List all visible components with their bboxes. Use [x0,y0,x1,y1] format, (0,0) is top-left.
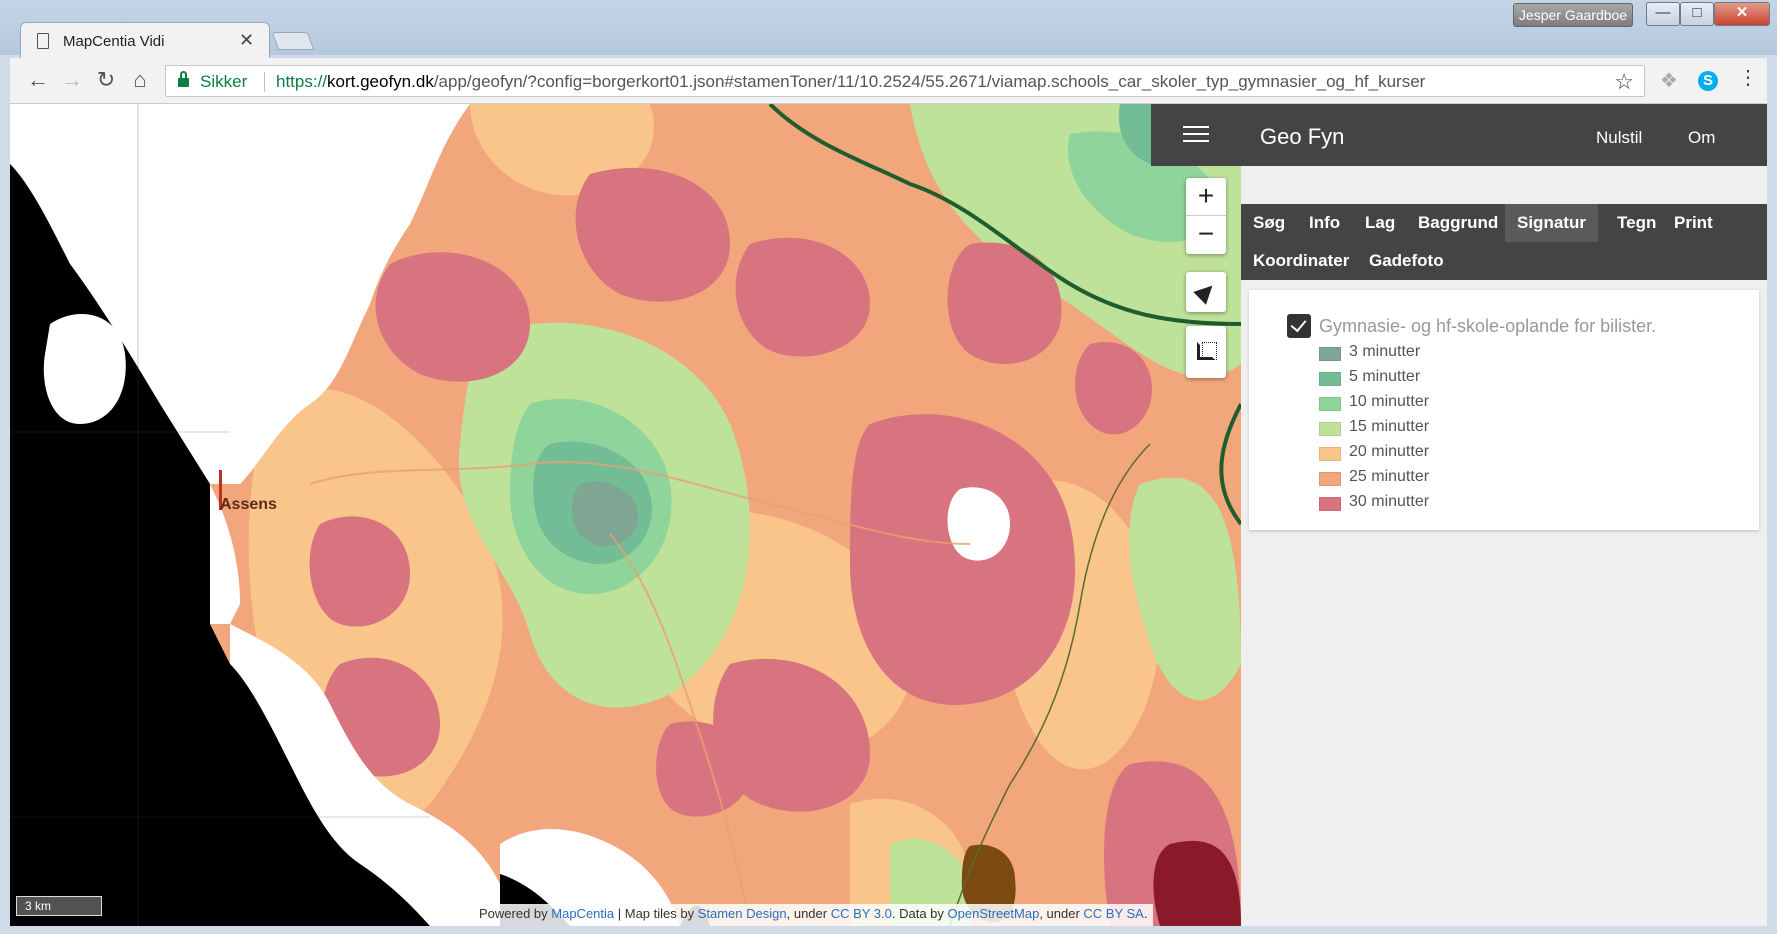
url-text[interactable]: https://kort.geofyn.dk/app/geofyn/?confi… [276,72,1425,92]
minimize-button[interactable]: — [1646,2,1680,26]
legend-swatch [1319,447,1341,461]
browser-menu-icon[interactable]: ⋮ [1738,68,1758,88]
tab-close-icon[interactable]: ✕ [239,30,254,51]
tab-info[interactable]: Info [1297,204,1352,242]
legend-label: 10 minutter [1349,393,1430,410]
zoom-in-button[interactable]: + [1186,178,1226,216]
map-tiles [10,104,1241,926]
attribution-text: , under [786,906,831,921]
tab-baggrund[interactable]: Baggrund [1406,204,1510,242]
town-label: Assens [220,496,277,513]
cc-by-sa-link[interactable]: CC BY SA [1083,906,1143,921]
cc-by-link[interactable]: CC BY 3.0 [831,906,892,921]
zoom-out-button[interactable]: − [1186,216,1226,254]
tab-signatur[interactable]: Signatur [1505,204,1598,242]
map-attribution: Powered by MapCentia | Map tiles by Stam… [473,904,1154,926]
tab-lag[interactable]: Lag [1353,204,1407,242]
tab-tegn[interactable]: Tegn [1605,204,1668,242]
legend-swatch [1319,397,1341,411]
attribution-text: | Map tiles by [614,906,698,921]
skype-extension-icon[interactable]: S [1698,71,1718,91]
attribution-text: , under [1039,906,1084,921]
tab-title: MapCentia Vidi [63,33,165,50]
zoom-control: + − [1186,178,1226,254]
bookmark-star-icon[interactable]: ☆ [1614,69,1634,95]
back-icon[interactable]: ← [24,66,52,94]
about-link[interactable]: Om [1688,128,1715,148]
page-icon [37,33,49,49]
sidebar: Geo Fyn Nulstil Om Søg Info Lag Baggrund… [1241,104,1767,926]
legend-swatch [1319,347,1341,361]
legend-swatch [1319,497,1341,511]
mapcentia-link[interactable]: MapCentia [551,906,614,921]
tab-sog[interactable]: Søg [1241,204,1297,242]
navigation-arrow-icon [1193,279,1219,305]
legend-panel: Gymnasie- og hf-skole-oplande for bilist… [1249,290,1759,530]
profile-button[interactable]: Jesper Gaardboe [1513,3,1633,27]
hamburger-icon [1183,126,1209,144]
new-tab-button[interactable] [271,32,315,50]
map-canvas[interactable]: Assens + − 3 km Powered by MapCentia | M… [10,104,1241,926]
tab-koordinater[interactable]: Koordinater [1241,242,1361,280]
attribution-text: . Data by [891,906,948,921]
stamen-link[interactable]: Stamen Design [698,906,787,921]
attribution-text: Powered by [479,906,552,921]
legend-label: 20 minutter [1349,443,1430,460]
window-titlebar: Jesper Gaardboe — □ ✕ MapCentia Vidi ✕ [0,0,1777,60]
address-bar[interactable]: Sikker https://kort.geofyn.dk/app/geofyn… [165,65,1645,97]
sidebar-tabs: Søg Info Lag Baggrund Signatur Tegn Prin… [1241,204,1767,280]
reload-icon[interactable]: ↻ [92,66,120,94]
dropbox-extension-icon[interactable]: ❖ [1660,68,1678,93]
legend-swatch [1319,422,1341,436]
browser-toolbar: ← → ↻ ⌂ Sikker https://kort.geofyn.dk/ap… [10,58,1767,104]
web-page: Assens + − 3 km Powered by MapCentia | M… [10,104,1767,926]
app-title: Geo Fyn [1260,124,1345,149]
layer-title: Gymnasie- og hf-skole-oplande for bilist… [1319,316,1657,336]
legend-label: 15 minutter [1349,418,1430,435]
measure-button[interactable] [1186,326,1226,378]
home-icon[interactable]: ⌂ [126,66,154,94]
lock-icon [178,71,189,88]
legend-label: 3 minutter [1349,343,1421,360]
osm-link[interactable]: OpenStreetMap [948,906,1040,921]
url-scheme: https:// [276,72,328,91]
layer-checkbox[interactable] [1287,314,1311,338]
maximize-button[interactable]: □ [1680,2,1714,26]
legend-label: 5 minutter [1349,368,1421,385]
legend-label: 30 minutter [1349,493,1430,510]
attribution-text: . [1143,906,1148,921]
forward-icon[interactable]: → [58,66,86,94]
secure-label: Sikker [200,72,248,91]
omnibox-divider [264,72,265,92]
sidebar-header: Geo Fyn Nulstil Om [1241,104,1767,166]
url-path: /app/geofyn/?config=borgerkort01.json#st… [433,72,1426,91]
url-host: kort.geofyn.dk [327,72,434,91]
scale-bar: 3 km [16,896,102,916]
menu-toggle-button[interactable] [1151,104,1241,166]
close-window-button[interactable]: ✕ [1714,2,1770,26]
legend-label: 25 minutter [1349,468,1430,485]
tab-gadefoto[interactable]: Gadefoto [1357,242,1456,280]
legend-swatch [1319,472,1341,486]
measure-icon [1197,342,1217,360]
legend-swatch [1319,372,1341,386]
browser-tab[interactable]: MapCentia Vidi ✕ [20,22,270,60]
reset-link[interactable]: Nulstil [1596,128,1642,148]
tab-print[interactable]: Print [1662,204,1725,242]
locate-button[interactable] [1186,272,1226,312]
